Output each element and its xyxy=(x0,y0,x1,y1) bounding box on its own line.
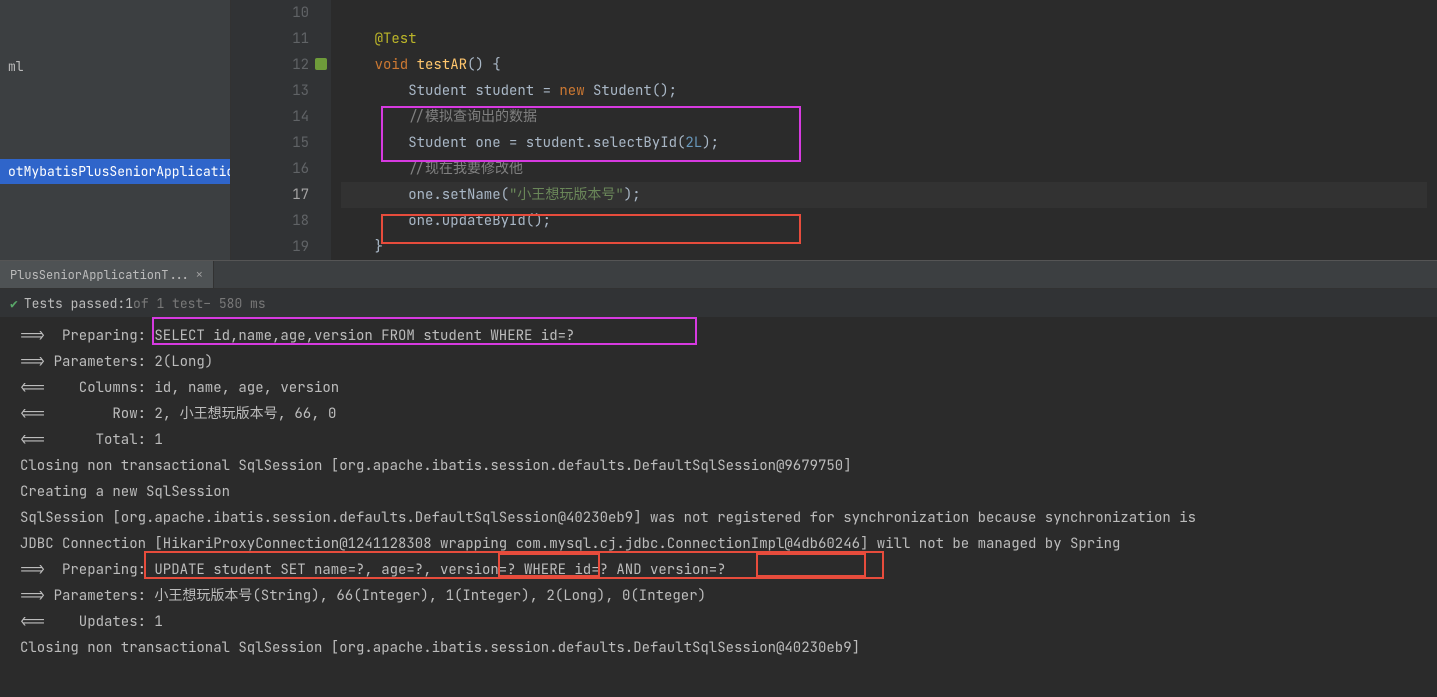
status-suffix: of 1 test xyxy=(133,295,203,312)
editor-gutter: 10111213141516171819 xyxy=(231,0,331,260)
console-line: ==> Preparing: SELECT id,name,age,versio… xyxy=(20,323,1427,349)
line-number: 14 xyxy=(231,104,331,130)
code-line: } xyxy=(341,234,1427,260)
console-line: ==> Parameters: 小王想玩版本号(String), 66(Inte… xyxy=(20,583,1427,609)
line-number: 17 xyxy=(231,182,331,208)
console-line: <== Row: 2, 小王想玩版本号, 66, 0 xyxy=(20,401,1427,427)
code-line: void testAR() { xyxy=(341,52,1427,78)
line-number: 15 xyxy=(231,130,331,156)
console-line: JDBC Connection [HikariProxyConnection@1… xyxy=(20,531,1427,557)
console-output[interactable]: ==> Preparing: SELECT id,name,age,versio… xyxy=(0,317,1437,697)
ide-root: ml otMybatisPlusSeniorApplication 101112… xyxy=(0,0,1437,697)
status-prefix: Tests passed: xyxy=(24,295,125,312)
status-time: – 580 ms xyxy=(203,295,265,312)
console-line: Creating a new SqlSession xyxy=(20,479,1427,505)
close-icon[interactable]: ✕ xyxy=(196,268,203,282)
console-line: <== Columns: id, name, age, version xyxy=(20,375,1427,401)
code-editor[interactable]: @Test void testAR() { Student student = … xyxy=(331,0,1437,260)
code-line: one.updateById(); xyxy=(341,208,1427,234)
code-line: Student student = new Student(); xyxy=(341,78,1427,104)
sidebar-item-ml[interactable]: ml xyxy=(0,54,230,79)
console-line: <== Updates: 1 xyxy=(20,609,1427,635)
console-line: SqlSession [org.apache.ibatis.session.de… xyxy=(20,505,1427,531)
status-count: 1 xyxy=(125,295,133,312)
code-line-current: one.setName("小王想玩版本号"); xyxy=(341,182,1427,208)
line-number: 12 xyxy=(231,52,331,78)
line-number: 19 xyxy=(231,234,331,260)
code-line: @Test xyxy=(341,26,1427,52)
override-icon[interactable] xyxy=(315,58,327,70)
console-line: ==> Parameters: 2(Long) xyxy=(20,349,1427,375)
console-line: <== Total: 1 xyxy=(20,427,1427,453)
test-status-bar: ✔ Tests passed: 1 of 1 test – 580 ms xyxy=(0,289,1437,317)
code-line xyxy=(341,0,1427,26)
line-number: 10 xyxy=(231,0,331,26)
console-line: Closing non transactional SqlSession [or… xyxy=(20,453,1427,479)
line-number: 13 xyxy=(231,78,331,104)
project-sidebar[interactable]: ml otMybatisPlusSeniorApplication xyxy=(0,0,231,260)
run-tab-label: PlusSeniorApplicationT... xyxy=(10,267,190,283)
run-tabbar: PlusSeniorApplicationT... ✕ xyxy=(0,261,1437,289)
console-line: Closing non transactional SqlSession [or… xyxy=(20,635,1427,661)
code-line: //模拟查询出的数据 xyxy=(341,104,1427,130)
line-number: 11 xyxy=(231,26,331,52)
line-number: 16 xyxy=(231,156,331,182)
check-icon: ✔ xyxy=(10,295,18,312)
code-line: Student one = student.selectById(2L); xyxy=(341,130,1427,156)
code-line: //现在我要修改他 xyxy=(341,156,1427,182)
upper-pane: ml otMybatisPlusSeniorApplication 101112… xyxy=(0,0,1437,260)
run-tab[interactable]: PlusSeniorApplicationT... ✕ xyxy=(0,261,214,288)
line-number: 18 xyxy=(231,208,331,234)
sidebar-item-app[interactable]: otMybatisPlusSeniorApplication xyxy=(0,159,230,184)
line-numbers: 10111213141516171819 xyxy=(231,0,331,260)
lower-pane: PlusSeniorApplicationT... ✕ ✔ Tests pass… xyxy=(0,260,1437,697)
annotation: @Test xyxy=(375,30,417,48)
console-line: ==> Preparing: UPDATE student SET name=?… xyxy=(20,557,1427,583)
